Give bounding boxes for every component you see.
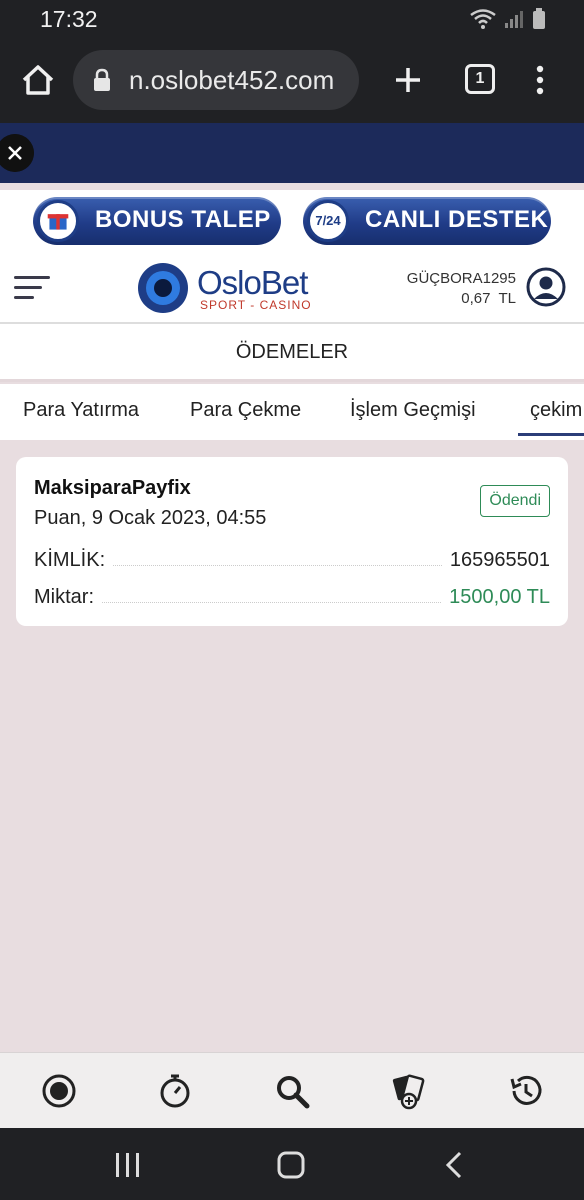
recent-apps-icon[interactable] (113, 1150, 143, 1180)
signal-icon (505, 11, 523, 28)
ad-banner (0, 123, 584, 183)
tab-transaction-history[interactable]: İşlem Geçmişi (350, 399, 476, 422)
bottom-nav (0, 1052, 584, 1129)
bonus-request-label: BONUS TALEP (95, 206, 271, 233)
back-icon[interactable] (440, 1150, 470, 1180)
status-time: 17:32 (40, 6, 98, 32)
payment-provider: MaksiparaPayfix (34, 477, 191, 499)
browser-toolbar: n.oslobet452.com 1 (0, 38, 584, 123)
id-value: 165965501 (449, 548, 550, 571)
logo-tagline: SPORT - CASINO (200, 298, 312, 312)
logo-mark-icon (138, 263, 188, 313)
payment-tabs: Para Yatırma Para Çekme İşlem Geçmişi çe… (0, 384, 584, 440)
history-icon[interactable] (506, 1071, 546, 1111)
address-bar[interactable]: n.oslobet452.com (73, 50, 359, 110)
amount-label: Miktar: (34, 585, 94, 608)
stopwatch-icon[interactable] (155, 1071, 195, 1111)
gift-icon (37, 200, 79, 242)
id-label: KİMLİK: (34, 548, 106, 571)
tab-withdraw[interactable]: Para Çekme (190, 399, 301, 422)
page-title-bar: ÖDEMELER (0, 324, 584, 382)
lock-icon (94, 68, 110, 91)
support-247-icon: 7/24 (307, 200, 349, 242)
site-logo[interactable]: OsloBet SPORT - CASINO (134, 258, 326, 320)
user-avatar-icon[interactable] (526, 267, 566, 307)
search-icon[interactable] (272, 1071, 312, 1111)
support-badge-text: 7/24 (315, 213, 341, 228)
row-divider (102, 592, 442, 603)
system-home-icon[interactable] (276, 1150, 306, 1180)
tab-deposit[interactable]: Para Yatırma (23, 399, 139, 422)
amount-value: 1500,00 TL (449, 585, 550, 608)
more-vert-icon[interactable] (530, 60, 550, 100)
tab-switcher-button[interactable]: 1 (465, 64, 495, 94)
casino-cards-icon[interactable] (389, 1071, 429, 1111)
menu-icon[interactable] (14, 274, 52, 302)
user-info: GÜÇBORA1295 0,67 TL (407, 269, 516, 309)
transaction-id-row: KİMLİK: 165965501 (34, 547, 550, 573)
bonus-request-button[interactable]: BONUS TALEP (33, 197, 281, 245)
transaction-date: Puan, 9 Ocak 2023, 04:55 (34, 507, 267, 529)
transaction-amount-row: Miktar: 1500,00 TL (34, 584, 550, 610)
tab-withdrawals[interactable]: çekim (518, 399, 584, 436)
live-support-label: CANLI DESTEK (365, 206, 549, 233)
status-badge: Ödendi (480, 485, 550, 517)
balance: 0,67 TL (461, 290, 516, 307)
battery-icon (533, 8, 545, 29)
transaction-card[interactable]: MaksiparaPayfix Puan, 9 Ocak 2023, 04:55… (16, 457, 568, 626)
site-header: OsloBet SPORT - CASINO GÜÇBORA1295 0,67 … (0, 252, 584, 324)
logo-name: OsloBet (197, 264, 308, 301)
username: GÜÇBORA1295 (406, 270, 516, 287)
url-text: n.oslobet452.com (129, 65, 335, 95)
home-icon[interactable] (18, 60, 58, 100)
row-divider (113, 555, 442, 566)
live-support-button[interactable]: 7/24 CANLI DESTEK (303, 197, 551, 245)
page-title: ÖDEMELER (235, 341, 349, 363)
wifi-icon (470, 9, 496, 29)
status-bar: 17:32 (0, 0, 584, 38)
system-nav-bar (0, 1128, 584, 1200)
new-tab-icon[interactable] (390, 60, 426, 100)
promo-strip: BONUS TALEP 7/24 CANLI DESTEK (0, 190, 584, 252)
status-icons (470, 8, 546, 30)
live-record-icon[interactable] (39, 1071, 79, 1111)
